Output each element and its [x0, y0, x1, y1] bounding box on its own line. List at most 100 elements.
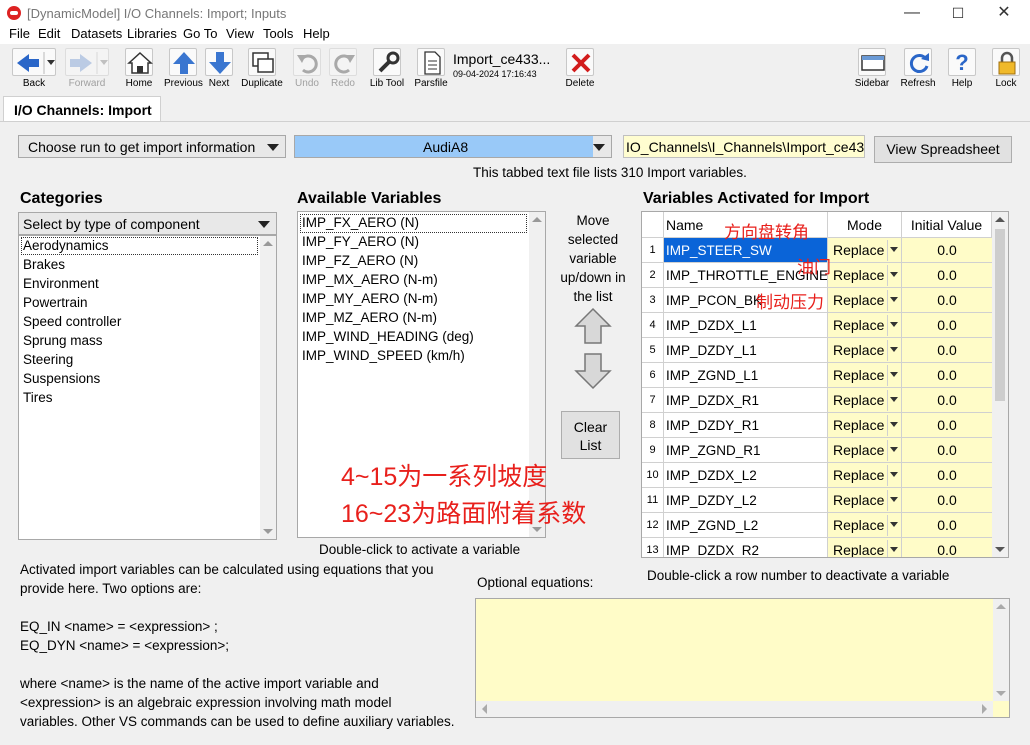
table-row[interactable]: 4 IMP_DZDX_L1 Replace 0.0 — [642, 313, 992, 338]
categories-scrollbar[interactable] — [260, 236, 276, 539]
redo-button[interactable]: Redo — [328, 48, 358, 89]
refresh-button[interactable]: Refresh — [900, 48, 936, 89]
row-number[interactable]: 10 — [642, 463, 664, 488]
initial-value-cell[interactable]: 0.0 — [902, 538, 992, 557]
initial-value-cell[interactable]: 0.0 — [902, 488, 992, 513]
mode-cell[interactable]: Replace — [828, 488, 902, 513]
equations-hscroll[interactable] — [476, 701, 993, 717]
variable-name-cell[interactable]: IMP_DZDX_L2 — [664, 463, 828, 488]
initial-value-cell[interactable]: 0.0 — [902, 288, 992, 313]
next-button[interactable]: Next — [203, 48, 235, 89]
move-down-button[interactable] — [574, 352, 612, 393]
clear-list-button[interactable]: Clear List — [561, 411, 620, 459]
table-row[interactable]: 12 IMP_ZGND_L2 Replace 0.0 — [642, 513, 992, 538]
row-number[interactable]: 2 — [642, 263, 664, 288]
table-row[interactable]: 11 IMP_DZDY_L2 Replace 0.0 — [642, 488, 992, 513]
initial-value-cell[interactable]: 0.0 — [902, 263, 992, 288]
category-item[interactable]: Powertrain — [23, 295, 88, 310]
delete-button[interactable]: Delete — [565, 48, 595, 89]
menu-datasets[interactable]: Datasets — [71, 26, 122, 41]
vehicle-select[interactable]: AudiA8 — [294, 135, 612, 158]
undo-button[interactable]: Undo — [292, 48, 322, 89]
help-button[interactable]: ? Help — [946, 48, 978, 89]
initial-value-cell[interactable]: 0.0 — [902, 238, 992, 263]
initial-value-cell[interactable]: 0.0 — [902, 438, 992, 463]
menu-view[interactable]: View — [226, 26, 254, 41]
table-row[interactable]: 10 IMP_DZDX_L2 Replace 0.0 — [642, 463, 992, 488]
variable-item[interactable]: IMP_FY_AERO (N) — [302, 234, 419, 249]
variable-item[interactable]: IMP_MX_AERO (N-m) — [302, 272, 438, 287]
variable-item[interactable]: IMP_MZ_AERO (N-m) — [302, 310, 437, 325]
variable-item[interactable]: IMP_WIND_SPEED (km/h) — [302, 348, 465, 363]
row-number[interactable]: 4 — [642, 313, 664, 338]
mode-cell[interactable]: Replace — [828, 438, 902, 463]
table-row[interactable]: 9 IMP_ZGND_R1 Replace 0.0 — [642, 438, 992, 463]
duplicate-button[interactable]: Duplicate — [240, 48, 284, 89]
previous-button[interactable]: Previous — [164, 48, 203, 89]
menu-edit[interactable]: Edit — [38, 26, 60, 41]
variable-name-cell[interactable]: IMP_ZGND_L2 — [664, 513, 828, 538]
variable-name-cell[interactable]: IMP_DZDX_R1 — [664, 388, 828, 413]
category-item[interactable]: Aerodynamics — [23, 238, 109, 253]
sidebar-button[interactable]: Sidebar — [854, 48, 890, 89]
variable-name-cell[interactable]: IMP_DZDY_L2 — [664, 488, 828, 513]
mode-cell[interactable]: Replace — [828, 238, 902, 263]
close-button[interactable]: ✕ — [981, 2, 1027, 24]
row-number[interactable]: 7 — [642, 388, 664, 413]
lock-button[interactable]: Lock — [990, 48, 1022, 89]
minimize-button[interactable]: — — [889, 2, 935, 24]
tab-io-channels-import[interactable]: I/O Channels: Import — [3, 96, 161, 122]
table-row[interactable]: 6 IMP_ZGND_L1 Replace 0.0 — [642, 363, 992, 388]
mode-cell[interactable]: Replace — [828, 313, 902, 338]
menu-file[interactable]: File — [9, 26, 30, 41]
forward-button[interactable]: Forward — [63, 48, 111, 89]
move-up-button[interactable] — [574, 307, 612, 348]
variable-item[interactable]: IMP_WIND_HEADING (deg) — [302, 329, 474, 344]
initial-value-cell[interactable]: 0.0 — [902, 363, 992, 388]
category-item[interactable]: Sprung mass — [23, 333, 103, 348]
category-item[interactable]: Brakes — [23, 257, 65, 272]
variable-item[interactable]: IMP_FX_AERO (N) — [302, 215, 419, 230]
category-filter-select[interactable]: Select by type of component — [18, 212, 277, 235]
variable-name-cell[interactable]: IMP_DZDY_R1 — [664, 413, 828, 438]
categories-list[interactable]: Aerodynamics Brakes Environment Powertra… — [18, 235, 277, 540]
table-row[interactable]: 5 IMP_DZDY_L1 Replace 0.0 — [642, 338, 992, 363]
initial-value-cell[interactable]: 0.0 — [902, 463, 992, 488]
row-number[interactable]: 1 — [642, 238, 664, 263]
row-number[interactable]: 11 — [642, 488, 664, 513]
category-item[interactable]: Tires — [23, 390, 53, 405]
row-number[interactable]: 12 — [642, 513, 664, 538]
view-spreadsheet-button[interactable]: View Spreadsheet — [874, 136, 1012, 163]
mode-cell[interactable]: Replace — [828, 338, 902, 363]
mode-cell[interactable]: Replace — [828, 538, 902, 557]
menu-goto[interactable]: Go To — [183, 26, 217, 41]
mode-cell[interactable]: Replace — [828, 513, 902, 538]
row-number[interactable]: 6 — [642, 363, 664, 388]
mode-cell[interactable]: Replace — [828, 363, 902, 388]
mode-cell[interactable]: Replace — [828, 388, 902, 413]
equations-vscroll[interactable] — [993, 599, 1009, 701]
menu-tools[interactable]: Tools — [263, 26, 293, 41]
parsfile-button[interactable]: Parsfile — [414, 48, 448, 89]
menu-libraries[interactable]: Libraries — [127, 26, 177, 41]
variable-name-cell[interactable]: IMP_DZDX_R2 — [664, 538, 828, 557]
mode-cell[interactable]: Replace — [828, 263, 902, 288]
variable-name-cell[interactable]: IMP_DZDX_L1 — [664, 313, 828, 338]
category-item[interactable]: Steering — [23, 352, 73, 367]
variable-name-cell[interactable]: IMP_ZGND_R1 — [664, 438, 828, 463]
maximize-button[interactable]: ☐ — [935, 2, 981, 24]
variable-item[interactable]: IMP_FZ_AERO (N) — [302, 253, 418, 268]
row-number[interactable]: 13 — [642, 538, 664, 557]
grid-scrollbar[interactable] — [992, 212, 1008, 557]
table-row[interactable]: 7 IMP_DZDX_R1 Replace 0.0 — [642, 388, 992, 413]
scroll-thumb[interactable] — [995, 229, 1005, 401]
run-select[interactable]: Choose run to get import information — [18, 135, 286, 158]
variable-item[interactable]: IMP_MY_AERO (N-m) — [302, 291, 438, 306]
initial-value-cell[interactable]: 0.0 — [902, 388, 992, 413]
file-path-field[interactable]: IO_Channels\I_Channels\Import_ce433 — [623, 135, 865, 158]
home-button[interactable]: Home — [123, 48, 155, 89]
back-button[interactable]: Back — [10, 48, 58, 89]
menu-help[interactable]: Help — [303, 26, 330, 41]
column-header-mode[interactable]: Mode — [828, 212, 902, 238]
mode-cell[interactable]: Replace — [828, 463, 902, 488]
